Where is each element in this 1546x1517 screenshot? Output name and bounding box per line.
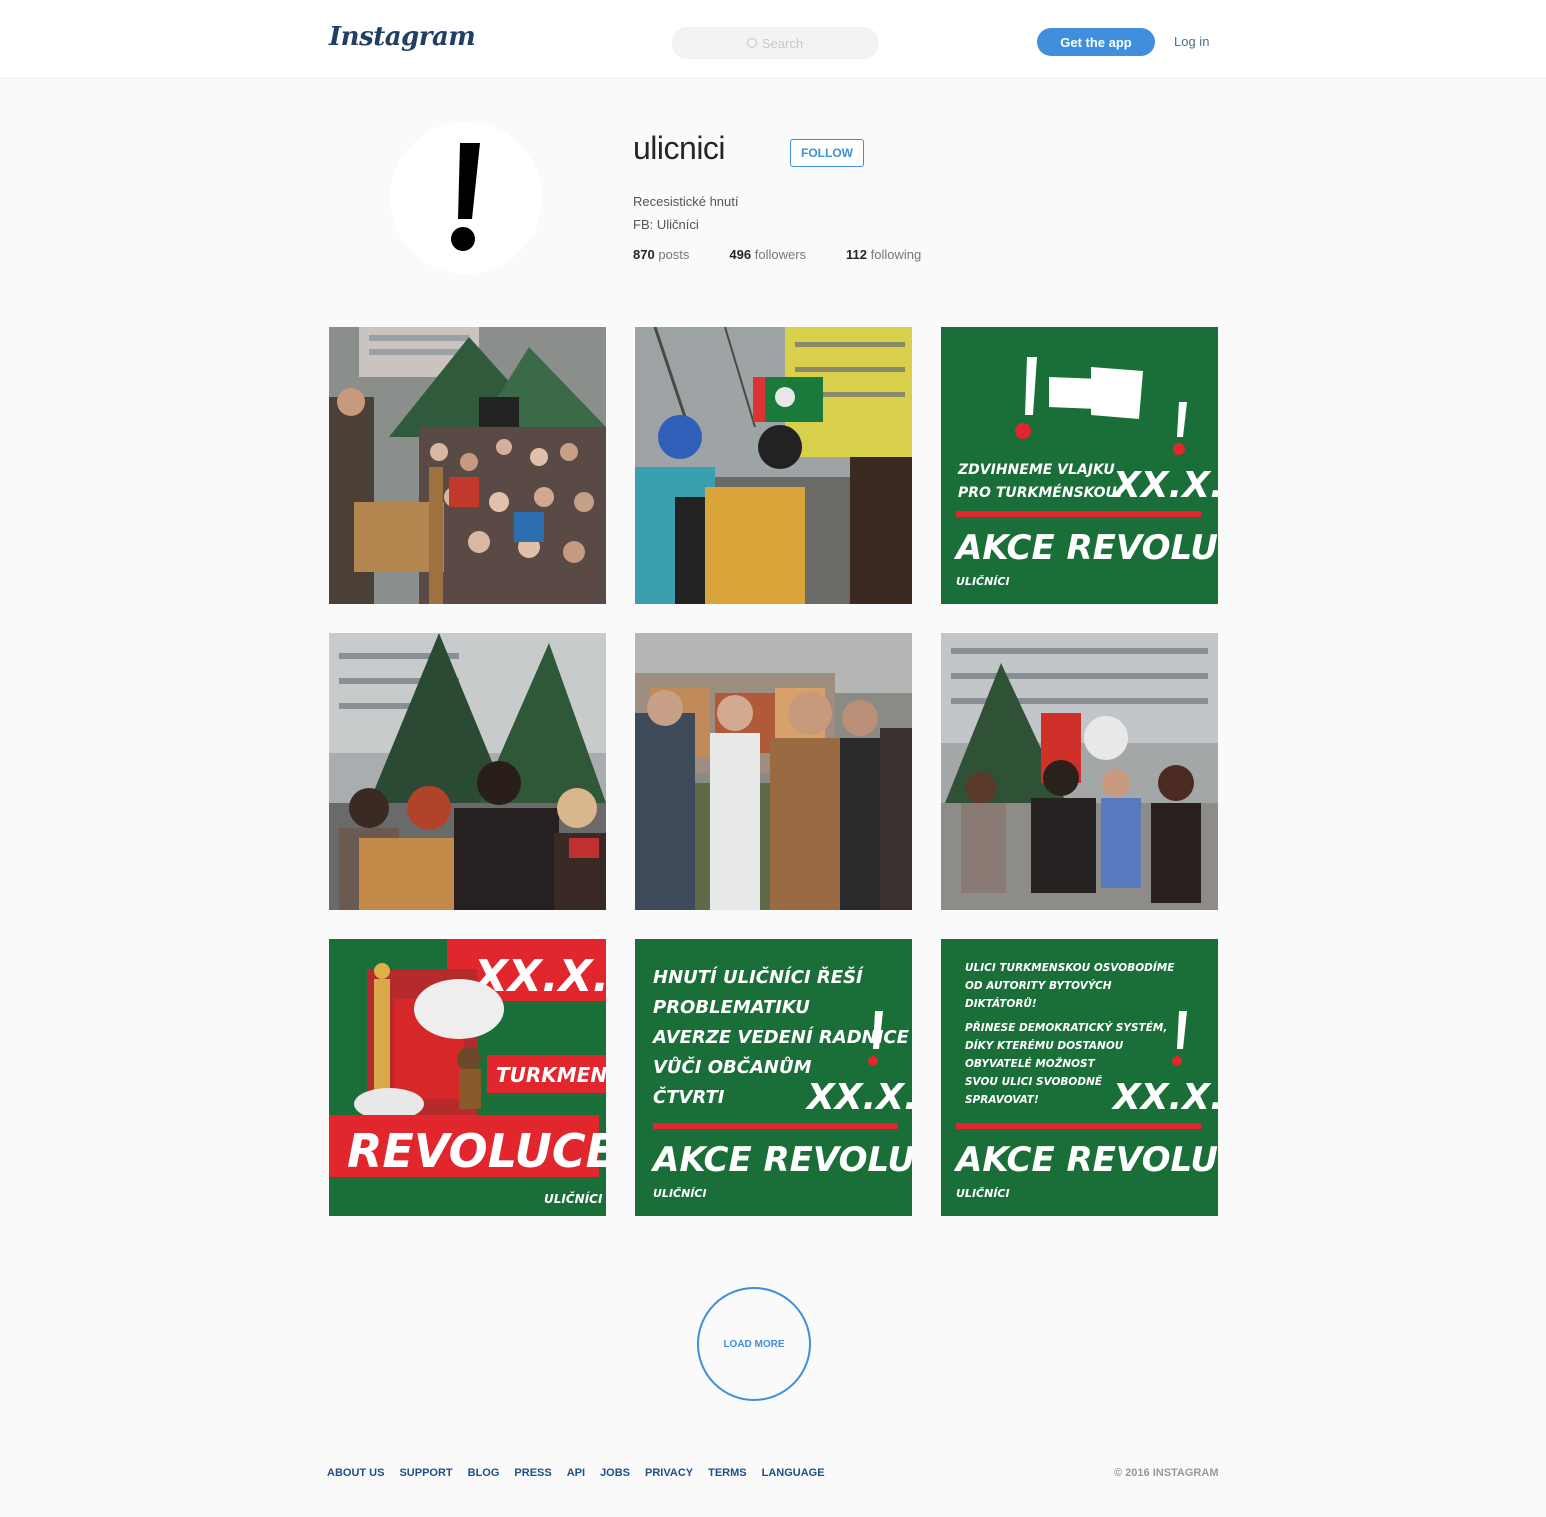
bio-line: FB: Uličníci xyxy=(633,217,699,232)
bio-line: Recesistické hnutí xyxy=(633,194,739,209)
poster-line: HNUTÍ ULIČNÍCI ŘEŠÍ xyxy=(653,966,865,988)
poster-date: XX.X. xyxy=(805,1077,912,1118)
poster-headline: REVOLUCE! xyxy=(347,1124,606,1178)
search-icon xyxy=(746,38,757,48)
poster-headline: AKCE REVOLUCE! xyxy=(953,528,1218,568)
poster-line: SPRAVOVAT! xyxy=(965,1094,1039,1106)
load-more-button[interactable]: LOAD MORE xyxy=(697,1287,811,1401)
search-input[interactable]: Search xyxy=(672,27,878,59)
post-thumbnail[interactable] xyxy=(329,327,606,604)
login-link[interactable]: Log in xyxy=(1174,34,1209,49)
poster-line: DÍKY KTERÉMU DOSTANOU xyxy=(965,1039,1124,1052)
post-thumbnail[interactable] xyxy=(941,633,1218,910)
profile-username: ulicnici xyxy=(633,130,726,166)
footer-link-terms[interactable]: TERMS xyxy=(708,1467,747,1479)
poster-ulici-turkmenskou: ULICI TURKMENSKOU OSVOBODÍME OD AUTORITY… xyxy=(941,939,1218,1216)
footer-link-support[interactable]: SUPPORT xyxy=(399,1467,452,1479)
poster-signature: ULIČNÍCI xyxy=(544,1191,603,1206)
poster-line: PRO TURKMÉNSKOU! xyxy=(958,484,1123,501)
poster-line: SVOU ULICI SVOBODNĚ xyxy=(965,1074,1103,1088)
poster-headline: AKCE REVOLUCE! xyxy=(650,1140,912,1180)
poster-line: OBYVATELÉ MOŽNOST xyxy=(965,1056,1096,1070)
search-placeholder: Search xyxy=(761,35,804,51)
footer-link-press[interactable]: PRESS xyxy=(514,1467,551,1479)
poster-line: VŮČI OBČANŮM xyxy=(653,1056,812,1078)
poster-date: XX.X. xyxy=(1111,465,1218,506)
post-thumbnail[interactable]: HNUTÍ ULIČNÍCI ŘEŠÍ PROBLEMATIKU AVERZE … xyxy=(635,939,912,1216)
poster-line: ZDVIHNEME VLAJKU xyxy=(957,462,1115,478)
instagram-logo[interactable]: Instagram xyxy=(329,22,476,52)
poster-signature: ULIČNÍCI xyxy=(956,1186,1010,1200)
photo-people-red-throne xyxy=(941,633,1218,910)
photo-people-with-flag xyxy=(635,327,912,604)
poster-hnuti-ulicnici: HNUTÍ ULIČNÍCI ŘEŠÍ PROBLEMATIKU AVERZE … xyxy=(635,939,912,1216)
photo-crowd-puppet-show xyxy=(329,327,606,604)
poster-line: ULICI TURKMENSKOU OSVOBODÍME xyxy=(965,961,1175,974)
poster-line: ČTVRTI xyxy=(653,1086,725,1108)
poster-line: DIKTÁTORŮ! xyxy=(965,997,1037,1010)
poster-signature: ULIČNÍCI xyxy=(956,574,1010,588)
profile-bio: Recesistické hnutí FB: Uličníci xyxy=(633,190,739,236)
post-thumbnail[interactable]: XX.X. TURKMENSKÁ REVOLUCE! ULIČNÍCI xyxy=(329,939,606,1216)
copyright: © 2016 INSTAGRAM xyxy=(1114,1467,1219,1479)
photo-people-trees xyxy=(329,633,606,910)
poster-signature: ULIČNÍCI xyxy=(653,1186,707,1200)
poster-line: OD AUTORITY BYTOVÝCH xyxy=(965,979,1112,992)
follow-button[interactable]: FOLLOW xyxy=(790,139,864,167)
profile-avatar xyxy=(390,122,542,274)
post-thumbnail[interactable]: ZDVIHNEME VLAJKU PRO TURKMÉNSKOU! XX.X. … xyxy=(941,327,1218,604)
footer-link-about-us[interactable]: ABOUT US xyxy=(327,1467,384,1479)
footer-link-jobs[interactable]: JOBS xyxy=(600,1467,630,1479)
footer-links: ABOUT US SUPPORT BLOG PRESS API JOBS PRI… xyxy=(327,1467,825,1479)
poster-line: PŘINESE DEMOKRATICKÝ SYSTÉM, xyxy=(965,1020,1167,1034)
poster-turkmenska-revoluce: XX.X. TURKMENSKÁ REVOLUCE! ULIČNÍCI xyxy=(329,939,606,1216)
get-the-app-button[interactable]: Get the app xyxy=(1037,28,1155,56)
profile-stats: 870 posts 496 followers 112 following xyxy=(633,247,961,262)
top-navigation-bar: Instagram Search Get the app Log in xyxy=(0,0,1546,79)
photo-people-mural xyxy=(635,633,912,910)
footer-link-language[interactable]: LANGUAGE xyxy=(762,1467,825,1479)
post-thumbnail[interactable]: ULICI TURKMENSKOU OSVOBODÍME OD AUTORITY… xyxy=(941,939,1218,1216)
poster-headline: AKCE REVOLUCE! xyxy=(953,1140,1218,1180)
post-thumbnail[interactable] xyxy=(329,633,606,910)
posts-grid: ZDVIHNEME VLAJKU PRO TURKMÉNSKOU! XX.X. … xyxy=(329,327,1218,1216)
posts-count: 870 posts xyxy=(633,247,690,262)
followers-count[interactable]: 496 followers xyxy=(729,247,806,262)
footer-link-blog[interactable]: BLOG xyxy=(468,1467,500,1479)
poster-line: AVERZE VEDENÍ RADNICE xyxy=(651,1026,910,1048)
footer-link-privacy[interactable]: PRIVACY xyxy=(645,1467,693,1479)
poster-zdvihneme-vlajku: ZDVIHNEME VLAJKU PRO TURKMÉNSKOU! XX.X. … xyxy=(941,327,1218,604)
exclamation-logo-icon xyxy=(451,143,480,251)
post-thumbnail[interactable] xyxy=(635,633,912,910)
following-count[interactable]: 112 following xyxy=(846,247,921,262)
footer-link-api[interactable]: API xyxy=(567,1467,585,1479)
poster-date: XX.X. xyxy=(1111,1077,1218,1118)
post-thumbnail[interactable] xyxy=(635,327,912,604)
poster-line: PROBLEMATIKU xyxy=(653,997,810,1018)
poster-subtitle: TURKMENSKÁ xyxy=(496,1063,606,1087)
